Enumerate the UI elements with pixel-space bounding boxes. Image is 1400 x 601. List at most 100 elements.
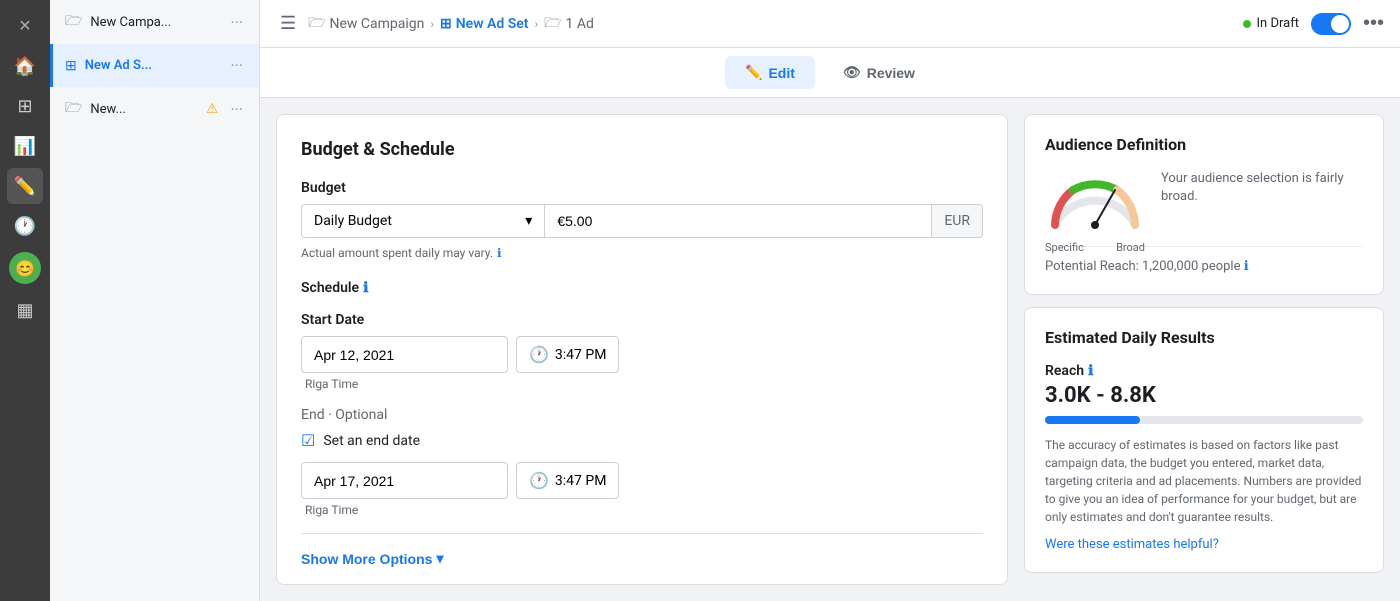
draft-label: In Draft [1257, 16, 1299, 31]
budget-type-select[interactable]: Daily Budget ▾ [301, 204, 544, 238]
start-clock-icon: 🕐 [529, 345, 549, 364]
tab-review-label: Review [867, 65, 915, 81]
budget-field-label: Budget [301, 180, 983, 196]
schedule-info-icon[interactable]: ℹ [363, 280, 368, 296]
schedule-title: Schedule ℹ [301, 280, 983, 296]
top-nav-right: In Draft ••• [1243, 12, 1384, 35]
right-panel: Audience Definition [1024, 114, 1384, 585]
breadcrumb-campaign[interactable]: 🗁 New Campaign [308, 12, 424, 36]
reach-label-info-icon[interactable]: ℹ [1088, 363, 1093, 379]
start-date-time-row: 🕐 3:47 PM [301, 336, 983, 373]
adset-grid-icon: ⊞ [65, 58, 77, 74]
top-nav: ☰ 🗁 New Campaign › ⊞ New Ad Set › 🗁 1 Ad… [260, 0, 1400, 48]
content-area: Budget & Schedule Budget Daily Budget ▾ … [260, 98, 1400, 601]
toggle-sidebar-button[interactable]: ☰ [276, 9, 300, 38]
gauge-wrap: Specific Broad [1045, 170, 1145, 230]
breadcrumb-campaign-label: New Campaign [330, 16, 425, 32]
tab-edit-label: Edit [768, 65, 794, 81]
campaign-more-icon[interactable]: ··· [226, 11, 247, 34]
edit-review-bar: ✏️ Edit 👁 Review [260, 48, 1400, 98]
ad-more-icon[interactable]: ··· [226, 98, 247, 121]
home-button[interactable]: 🏠 [7, 48, 43, 84]
breadcrumb-ad[interactable]: 🗁 1 Ad [544, 12, 594, 36]
end-clock-icon: 🕐 [529, 471, 549, 490]
show-more-label: Show More Options [301, 551, 432, 567]
budget-hint: Actual amount spent daily may vary. ℹ [301, 246, 983, 260]
clock-button[interactable]: 🕐 [7, 208, 43, 244]
adset-more-icon[interactable]: ··· [226, 54, 247, 77]
reach-info-icon[interactable]: ℹ [1244, 259, 1249, 274]
breadcrumb-adset[interactable]: ⊞ New Ad Set [440, 16, 528, 32]
specific-label: Specific [1045, 241, 1084, 254]
breadcrumb-campaign-icon: 🗁 [308, 12, 325, 36]
start-timezone-label: Riga Time [301, 377, 983, 391]
dropdown-arrow-icon: ▾ [525, 213, 532, 229]
set-end-date-checkbox[interactable]: ☑ Set an end date [301, 431, 983, 450]
grid-button[interactable]: ⊞ [7, 88, 43, 124]
gauge-container: Specific Broad Your audience selection i… [1045, 170, 1363, 230]
end-date-input[interactable] [301, 462, 508, 499]
currency-label: EUR [931, 205, 982, 237]
end-label: End · Optional [301, 407, 983, 423]
main-content: ☰ 🗁 New Campaign › ⊞ New Ad Set › 🗁 1 Ad… [260, 0, 1400, 601]
list-button[interactable]: ▦ [7, 292, 43, 328]
potential-reach-text: Potential Reach: 1,200,000 people [1045, 259, 1241, 274]
breadcrumb-adset-label: New Ad Set [456, 16, 529, 32]
reach-bar-fill [1045, 416, 1140, 424]
breadcrumb-sep-1: › [430, 17, 434, 31]
budget-amount-input-wrap: EUR [544, 204, 983, 238]
sidebar-ad-label: New... [90, 102, 198, 117]
sidebar-adset-label: New Ad S... [85, 58, 219, 73]
breadcrumb: 🗁 New Campaign › ⊞ New Ad Set › 🗁 1 Ad [308, 12, 594, 36]
breadcrumb-adset-icon: ⊞ [440, 16, 452, 32]
ad-folder-icon: 🗁 [65, 97, 82, 121]
breadcrumb-ad-icon: 🗁 [544, 12, 561, 36]
sidebar: 🗁 New Campa... ··· ⊞ New Ad S... ··· 🗁 N… [50, 0, 260, 601]
edit-pencil-icon: ✏️ [745, 64, 762, 81]
draft-badge: In Draft [1243, 16, 1299, 31]
sidebar-item-adset[interactable]: ⊞ New Ad S... ··· [50, 44, 259, 87]
checkbox-checked-icon: ☑ [301, 431, 315, 450]
budget-amount-input[interactable] [545, 205, 931, 237]
show-more-chevron-icon: ▾ [436, 550, 443, 567]
budget-info-icon[interactable]: ℹ [497, 246, 502, 260]
sidebar-item-ad[interactable]: 🗁 New... ⚠ ··· [50, 87, 259, 131]
start-time-input[interactable]: 🕐 3:47 PM [516, 336, 619, 373]
review-eye-icon: 👁 [843, 64, 861, 81]
end-section: End · Optional ☑ Set an end date 🕐 3:47 … [301, 407, 983, 517]
tab-review[interactable]: 👁 Review [823, 56, 935, 89]
close-button[interactable]: ✕ [7, 8, 43, 44]
edit-button[interactable]: ✏️ [7, 168, 43, 204]
breadcrumb-ad-label: 1 Ad [565, 16, 593, 32]
helpful-link[interactable]: Were these estimates helpful? [1045, 537, 1219, 552]
results-title: Estimated Daily Results [1045, 328, 1363, 347]
main-panel: Budget & Schedule Budget Daily Budget ▾ … [276, 114, 1008, 585]
show-more-options-button[interactable]: Show More Options ▾ [301, 550, 443, 567]
end-date-time-row: 🕐 3:47 PM [301, 462, 983, 499]
budget-hint-text: Actual amount spent daily may vary. [301, 246, 493, 260]
draft-toggle[interactable] [1311, 13, 1351, 35]
sidebar-item-campaign[interactable]: 🗁 New Campa... ··· [50, 0, 259, 44]
more-options-button[interactable]: ••• [1363, 12, 1384, 35]
gauge-chart [1045, 170, 1145, 235]
avatar[interactable]: 😊 [9, 252, 41, 284]
end-time-value: 3:47 PM [555, 473, 607, 489]
divider [301, 533, 983, 534]
checkbox-label: Set an end date [323, 433, 420, 449]
campaign-folder-icon: 🗁 [65, 10, 82, 34]
start-time-value: 3:47 PM [555, 347, 607, 363]
reach-bar [1045, 416, 1363, 424]
chart-button[interactable]: 📊 [7, 128, 43, 164]
sidebar-campaign-label: New Campa... [90, 15, 218, 30]
reach-description: The accuracy of estimates is based on fa… [1045, 436, 1363, 526]
results-card: Estimated Daily Results Reach ℹ 3.0K - 8… [1024, 307, 1384, 573]
audience-description: Your audience selection is fairly broad. [1161, 170, 1363, 206]
breadcrumb-sep-2: › [535, 17, 539, 31]
start-date-input[interactable] [301, 336, 508, 373]
end-time-input[interactable]: 🕐 3:47 PM [516, 462, 619, 499]
start-date-label: Start Date [301, 312, 983, 328]
section-title: Budget & Schedule [301, 139, 983, 160]
audience-card: Audience Definition [1024, 114, 1384, 295]
end-timezone-label: Riga Time [301, 503, 983, 517]
tab-edit[interactable]: ✏️ Edit [725, 56, 815, 89]
